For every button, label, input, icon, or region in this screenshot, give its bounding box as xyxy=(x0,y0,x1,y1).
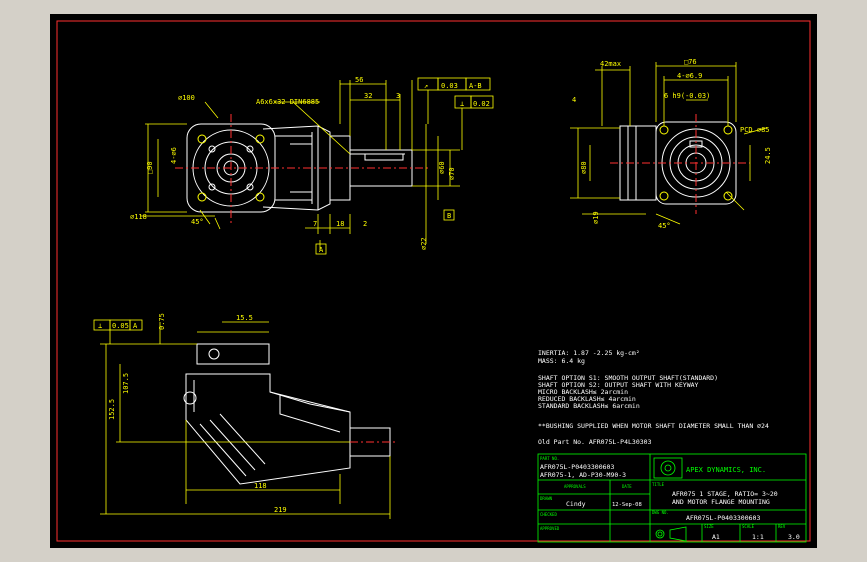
rev-label: REV xyxy=(778,524,786,529)
label-19: ⌀19 xyxy=(592,211,600,224)
front-gtol-symbol: ⊥ xyxy=(98,322,102,330)
title-block-text: PART NO. AFR075L-P0403300603 AFR075-1, A… xyxy=(540,456,800,541)
bolt-hole xyxy=(255,134,265,144)
approvals-label: APPROVALS xyxy=(564,484,586,489)
size-value: A1 xyxy=(712,533,720,541)
title-line-1: AFR075 1 STAGE, RATIO= 3~20 xyxy=(672,490,778,498)
projection-symbol xyxy=(655,526,687,542)
gtol1-symbol: ↗ xyxy=(424,82,428,90)
approved-label: APPROVED xyxy=(540,526,560,531)
drawn-label: DRAWN xyxy=(540,496,553,501)
label-dim-56: 56 xyxy=(355,76,363,84)
front-flange-top xyxy=(196,343,270,365)
side-bolt-hole xyxy=(659,191,669,201)
note-line: INERTIA: 1.87 -2.25 kg-cm² xyxy=(538,349,640,357)
label-80: ⌀80 xyxy=(580,161,588,174)
label-dim-7: 7 xyxy=(313,220,317,228)
rev-value: 3.0 xyxy=(788,533,800,541)
label-42max: 42max xyxy=(600,60,621,68)
company-name: APEX DYNAMICS, INC. xyxy=(686,466,766,474)
part-no-2: AFR075-1, AD-P30-M90-3 xyxy=(540,471,626,479)
label-dim-70: ⌀70 xyxy=(448,167,456,180)
top-view xyxy=(175,114,430,224)
gtol1-value: 0.03 xyxy=(441,82,458,90)
label-dim-18: 18 xyxy=(336,220,344,228)
title-label: TITLE xyxy=(652,482,665,487)
label-6h9: 6 h9(-0.03) xyxy=(664,92,710,100)
part-no-label: PART NO. xyxy=(540,456,559,461)
label-4: 4 xyxy=(572,96,576,104)
scale-value: 1:1 xyxy=(752,533,764,541)
label-1075: 107.5 xyxy=(122,373,130,394)
label-76: □76 xyxy=(684,58,697,66)
date-label: DATE xyxy=(622,484,632,489)
label-pcd100: ⌀100 xyxy=(178,94,195,102)
label-4x69: 4-⌀6.9 xyxy=(677,72,702,80)
front-gtol-ref: A xyxy=(133,322,138,330)
top-view-labels: ⌀100 45° A6x6x32 DIN6885 56 32 3 7 18 2 … xyxy=(130,76,490,254)
side-bolt-hole xyxy=(723,191,733,201)
part-no-1: AFR075L-P0403300603 xyxy=(540,463,614,471)
gtol1-ref: A-B xyxy=(469,82,482,90)
datum-a-label: A xyxy=(319,246,324,254)
side-view xyxy=(610,114,750,214)
checked-label: CHECKED xyxy=(540,512,557,517)
gtol2-symbol: ⊥ xyxy=(460,100,464,108)
dwg-no: AFR075L-P0403300603 xyxy=(686,514,760,522)
label-dim-60: ⌀60 xyxy=(438,161,446,174)
label-dim-90: □90 xyxy=(146,161,154,174)
side-bolt-hole xyxy=(723,125,733,135)
front-body xyxy=(185,373,351,485)
dwg-no-label: DWG NO. xyxy=(652,510,669,515)
drawn-date: 12-Sep-08 xyxy=(612,502,642,508)
bolt-hole xyxy=(197,134,207,144)
note-line: STANDARD BACKLASH≤ 6arcmin xyxy=(538,402,640,410)
label-118: 118 xyxy=(254,482,267,490)
front-view xyxy=(183,343,395,485)
front-view-dimensions xyxy=(93,319,391,519)
label-dim-2: 2 xyxy=(363,220,367,228)
side-bolt-hole xyxy=(659,125,669,135)
label-dim-32: 32 xyxy=(364,92,372,100)
label-dim-22: ⌀22 xyxy=(420,237,428,250)
label-dim-4x6: 4-⌀6 xyxy=(170,147,178,164)
label-155: 15.5 xyxy=(236,314,253,322)
label-45deg: 45° xyxy=(191,218,204,226)
gtol2-value: 0.02 xyxy=(473,100,490,108)
bolt-hole xyxy=(255,192,265,202)
label-1525: 152.5 xyxy=(108,399,116,420)
scale-label: SCALE xyxy=(742,524,755,529)
front-gtol-value: 0.05 xyxy=(112,322,129,330)
size-label: SIZE xyxy=(704,524,714,529)
drawing-canvas[interactable]: ⌀100 45° A6x6x32 DIN6885 56 32 3 7 18 2 … xyxy=(50,14,817,548)
label-dim-3: 3 xyxy=(396,92,400,100)
note-line: MASS: 6.4 kg xyxy=(538,357,585,365)
datum-b-label: B xyxy=(447,212,451,220)
note-line: **BUSHING SUPPLIED WHEN MOTOR SHAFT DIAM… xyxy=(538,422,769,430)
label-075: 0.75 xyxy=(158,313,166,330)
bolt-hole xyxy=(197,192,207,202)
label-dim-118: ⌀118 xyxy=(130,213,147,221)
label-245: 24.5 xyxy=(764,147,772,164)
title-line-2: AND MOTOR FLANGE MOUNTING xyxy=(672,498,770,506)
note-line: Old Part No. AFR075L-P4L30303 xyxy=(538,438,652,446)
label-pcd85: PCD ⌀85 xyxy=(740,126,770,134)
drawn-by: Cindy xyxy=(566,500,586,508)
label-keyway-note: A6x6x32 DIN6885 xyxy=(256,98,319,106)
front-view-labels: ⊥ 0.05 A 0.75 15.5 107.5 152.5 118 219 xyxy=(98,313,287,514)
label-45deg-side: 45° xyxy=(658,222,671,230)
notes-block: INERTIA: 1.87 -2.25 kg-cm² MASS: 6.4 kg … xyxy=(538,349,769,446)
label-219: 219 xyxy=(274,506,287,514)
